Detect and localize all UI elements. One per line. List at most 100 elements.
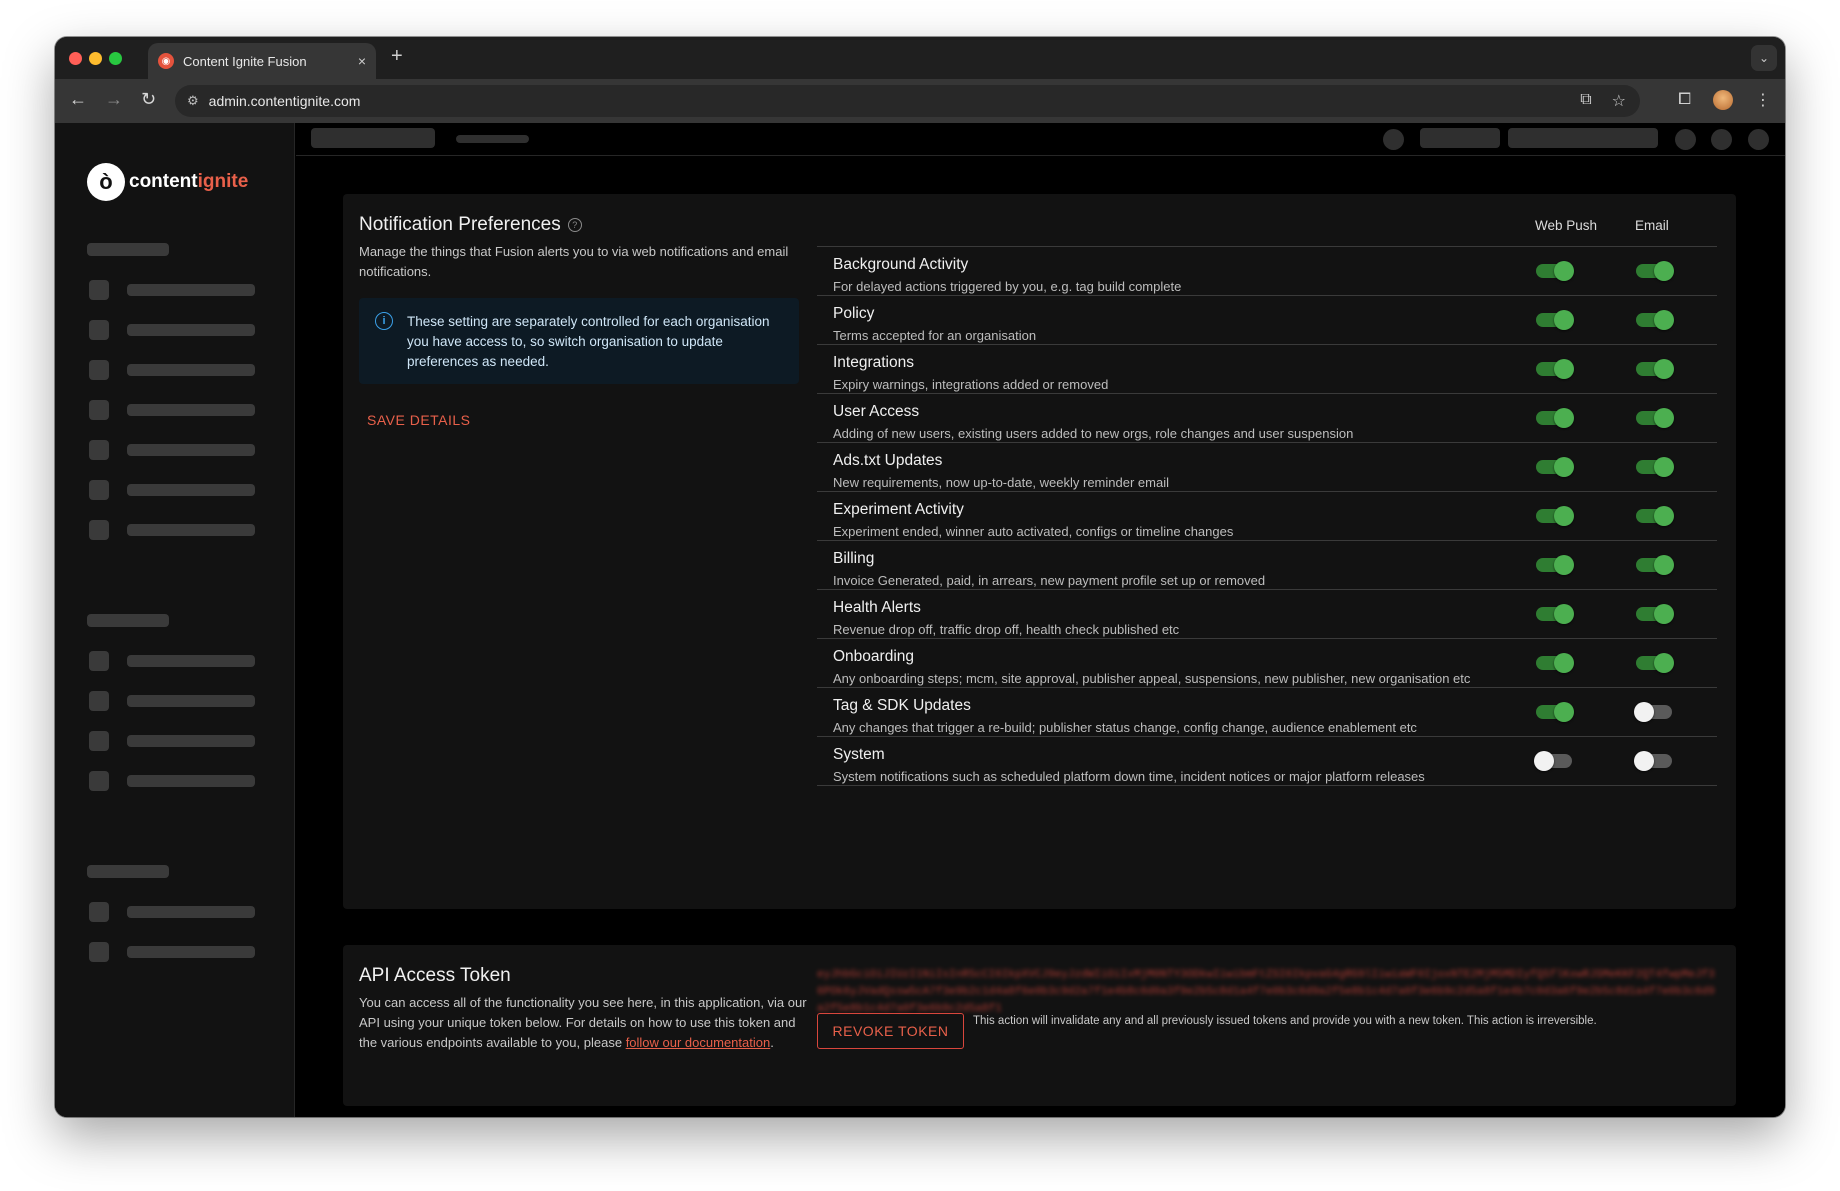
nav-icon-placeholder [89, 902, 109, 922]
sidebar-item-placeholder[interactable] [89, 480, 255, 500]
web-push-column-header: Web Push [1535, 218, 1598, 233]
save-details-button[interactable]: SAVE DETAILS [367, 412, 471, 428]
web-push-toggle[interactable] [1536, 310, 1574, 330]
info-alert-text: These setting are separately controlled … [407, 314, 770, 369]
tab-strip: ◉ Content Ignite Fusion × + ⌄ [55, 37, 1785, 79]
profile-avatar[interactable] [1713, 90, 1733, 110]
toggle-knob [1554, 604, 1574, 624]
close-window-button[interactable] [69, 52, 82, 65]
web-push-toggle[interactable] [1536, 359, 1574, 379]
email-toggle[interactable] [1636, 408, 1674, 428]
web-push-toggle[interactable] [1536, 653, 1574, 673]
revoke-token-button[interactable]: REVOKE TOKEN [817, 1013, 964, 1049]
toggle-knob [1634, 751, 1654, 771]
sidebar-item-placeholder[interactable] [89, 280, 255, 300]
tab-close-icon[interactable]: × [358, 53, 366, 69]
sidebar-item-placeholder[interactable] [89, 400, 255, 420]
preference-row: Policy Terms accepted for an organisation [817, 296, 1717, 345]
web-push-toggle[interactable] [1536, 604, 1574, 624]
logo-mark-icon: ò [87, 163, 125, 201]
email-toggle[interactable] [1636, 604, 1674, 624]
web-push-toggle[interactable] [1536, 457, 1574, 477]
sidebar-item-placeholder[interactable] [89, 651, 255, 671]
sidebar-item-placeholder[interactable] [89, 440, 255, 460]
site-settings-icon[interactable]: ⚙ [187, 93, 199, 109]
nav-icon-placeholder [89, 280, 109, 300]
logo-text-accent: ignite [197, 171, 249, 192]
nav-icon-placeholder [89, 360, 109, 380]
email-toggle[interactable] [1636, 506, 1674, 526]
toggle-knob [1654, 604, 1674, 624]
topbar-icon-placeholder[interactable] [1711, 129, 1732, 150]
reload-icon[interactable]: ↻ [141, 89, 156, 110]
extensions-icon[interactable]: ⧠ [1678, 91, 1691, 109]
nav-icon-placeholder [89, 651, 109, 671]
email-toggle[interactable] [1636, 555, 1674, 575]
documentation-link[interactable]: follow our documentation [626, 1035, 771, 1050]
sidebar-item-placeholder[interactable] [89, 360, 255, 380]
address-bar[interactable]: ⚙ admin.contentignite.com ⧉ ☆ [175, 85, 1640, 117]
sidebar-item-placeholder[interactable] [89, 902, 255, 922]
notification-preferences-title: Notification Preferences [359, 214, 561, 235]
toggle-knob [1554, 702, 1574, 722]
web-push-toggle[interactable] [1536, 506, 1574, 526]
toggle-knob [1554, 555, 1574, 575]
help-icon[interactable]: ? [567, 218, 582, 232]
email-toggle[interactable] [1636, 653, 1674, 673]
nav-icon-placeholder [89, 400, 109, 420]
toggle-knob [1654, 261, 1674, 281]
email-toggle[interactable] [1636, 261, 1674, 281]
preference-description: Any onboarding steps; mcm, site approval… [833, 671, 1471, 686]
nav-icon-placeholder [89, 440, 109, 460]
preference-description: Experiment ended, winner auto activated,… [833, 524, 1234, 539]
email-toggle[interactable] [1636, 359, 1674, 379]
web-push-toggle[interactable] [1536, 555, 1574, 575]
back-icon[interactable]: ← [69, 89, 87, 110]
sidebar-item-placeholder[interactable] [89, 731, 255, 751]
email-toggle[interactable] [1634, 751, 1672, 771]
preference-row: Billing Invoice Generated, paid, in arrea… [817, 541, 1717, 590]
topbar-button-placeholder[interactable] [1420, 128, 1500, 148]
install-app-icon[interactable]: ⧉ [1580, 91, 1591, 111]
app-topbar [296, 123, 1785, 156]
web-push-toggle[interactable] [1536, 261, 1574, 281]
sidebar-item-placeholder[interactable] [89, 520, 255, 540]
toggle-knob [1554, 457, 1574, 477]
new-tab-button[interactable]: + [391, 45, 403, 68]
notification-preferences-description: Manage the things that Fusion alerts you… [359, 244, 789, 279]
logo-text: content [129, 171, 198, 192]
web-push-toggle[interactable] [1536, 408, 1574, 428]
web-push-toggle[interactable] [1534, 751, 1572, 771]
email-toggle[interactable] [1636, 310, 1674, 330]
breadcrumb-placeholder[interactable] [311, 128, 435, 148]
browser-menu-icon[interactable]: ⋮ [1755, 90, 1771, 110]
sidebar-item-placeholder[interactable] [89, 691, 255, 711]
topbar-icon-placeholder[interactable] [1383, 129, 1404, 150]
minimize-window-button[interactable] [89, 52, 102, 65]
topbar-button-placeholder[interactable] [1508, 128, 1658, 148]
preference-description: Invoice Generated, paid, in arrears, new… [833, 573, 1266, 588]
email-toggle[interactable] [1636, 457, 1674, 477]
revoke-token-note: This action will invalidate any and all … [973, 1015, 1597, 1027]
breadcrumb-placeholder[interactable] [456, 135, 529, 143]
maximize-window-button[interactable] [109, 52, 122, 65]
sidebar-item-placeholder[interactable] [89, 771, 255, 791]
app-area: ò contentignite Notification Preferences… [55, 123, 1785, 1117]
web-push-toggle[interactable] [1536, 702, 1574, 722]
topbar-icon-placeholder[interactable] [1675, 129, 1696, 150]
preference-row: Onboarding Any onboarding steps; mcm, sit… [817, 639, 1717, 688]
sidebar-item-placeholder[interactable] [89, 320, 255, 340]
email-toggle[interactable] [1634, 702, 1672, 722]
tab-search-icon[interactable]: ⌄ [1751, 45, 1777, 71]
forward-icon[interactable]: → [105, 89, 123, 110]
browser-tab[interactable]: ◉ Content Ignite Fusion × [148, 43, 376, 79]
browser-toolbar: ← → ↻ ⚙ admin.contentignite.com ⧉ ☆ ⧠ ⋮ [55, 79, 1785, 123]
bookmark-star-icon[interactable]: ☆ [1612, 91, 1626, 111]
sidebar-section-heading-placeholder [87, 865, 169, 878]
sidebar-item-placeholder[interactable] [89, 942, 255, 962]
tab-title: Content Ignite Fusion [183, 53, 307, 69]
topbar-icon-placeholder[interactable] [1748, 129, 1769, 150]
content-ignite-logo[interactable]: ò contentignite [87, 163, 248, 201]
api-access-token-panel: API Access Token You can access all of t… [343, 945, 1736, 1106]
api-token-redacted: eyJhbGciOiJIUzI1NiIsInR5cCI6IkpXVCJ9eyJz… [817, 969, 1715, 1015]
